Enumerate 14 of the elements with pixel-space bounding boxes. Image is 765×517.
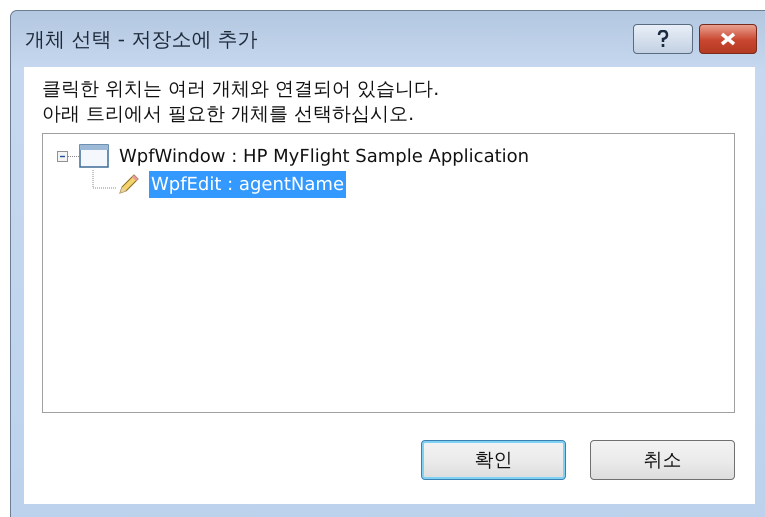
instruction-text: 아래 트리에서 필요한 개체를 선택하십시오. <box>42 102 416 127</box>
pencil-icon <box>117 172 141 196</box>
collapse-icon[interactable] <box>57 149 79 163</box>
close-button[interactable] <box>699 24 757 54</box>
window-icon <box>79 144 109 168</box>
cancel-button[interactable]: 취소 <box>590 440 735 480</box>
instruction-text: 클릭한 위치는 여러 개체와 연결되어 있습니다. <box>42 77 440 102</box>
object-tree[interactable]: WpfWindow : HP MyFlight Sample Application WpfEdit : agentName <box>42 133 735 413</box>
window-title: 개체 선택 - 저장소에 추가 <box>25 26 259 53</box>
close-icon <box>719 32 737 46</box>
help-button[interactable] <box>633 24 693 54</box>
tree-item[interactable]: WpfWindow : HP MyFlight Sample Application <box>117 142 532 170</box>
help-icon <box>656 30 670 48</box>
ok-button[interactable]: 확인 <box>421 440 566 480</box>
